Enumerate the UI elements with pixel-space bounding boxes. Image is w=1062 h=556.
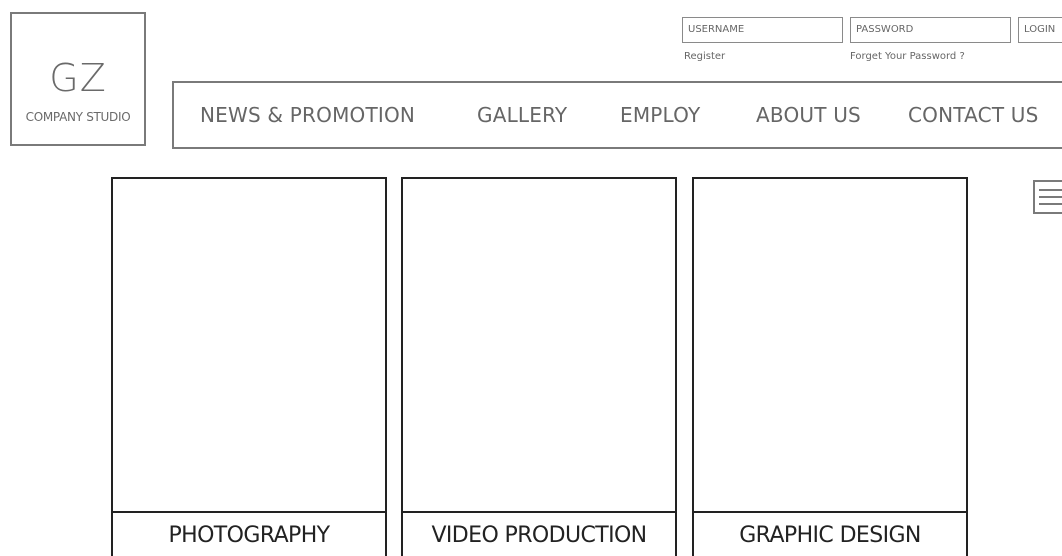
hamburger-menu-icon[interactable] — [1033, 180, 1062, 214]
menu-bar — [1039, 196, 1062, 198]
logo-mark: GZ — [49, 56, 107, 100]
card-image-placeholder — [403, 179, 675, 513]
card-image-placeholder — [694, 179, 966, 513]
menu-bar — [1039, 189, 1062, 191]
register-link[interactable]: Register — [684, 51, 725, 62]
company-logo[interactable]: GZ COMPANY STUDIO — [10, 12, 146, 146]
card-image-placeholder — [113, 179, 385, 513]
login-button[interactable]: LOGIN — [1018, 17, 1062, 43]
forgot-password-link[interactable]: Forget Your Password ? — [850, 51, 965, 62]
service-card-graphic-design[interactable]: GRAPHIC DESIGN — [692, 177, 968, 556]
card-label: GRAPHIC DESIGN — [739, 523, 921, 548]
menu-bar — [1039, 203, 1062, 205]
card-label: PHOTOGRAPHY — [168, 523, 330, 548]
card-label: VIDEO PRODUCTION — [431, 523, 647, 548]
nav-item-employ[interactable]: EMPLOY — [620, 103, 700, 127]
service-card-photography[interactable]: PHOTOGRAPHY — [111, 177, 387, 556]
logo-subtitle: COMPANY STUDIO — [25, 110, 131, 124]
service-card-video-production[interactable]: VIDEO PRODUCTION — [401, 177, 677, 556]
page: GZ COMPANY STUDIO USERNAME PASSWORD LOGI… — [0, 0, 1062, 556]
nav-item-about-us[interactable]: ABOUT US — [756, 103, 861, 127]
password-field[interactable]: PASSWORD — [850, 17, 1011, 43]
main-navigation: NEWS & PROMOTION GALLERY EMPLOY ABOUT US… — [172, 81, 1062, 149]
username-field[interactable]: USERNAME — [682, 17, 843, 43]
nav-item-gallery[interactable]: GALLERY — [477, 103, 567, 127]
nav-item-news-promotion[interactable]: NEWS & PROMOTION — [200, 103, 415, 127]
nav-item-contact-us[interactable]: CONTACT US — [908, 103, 1039, 127]
